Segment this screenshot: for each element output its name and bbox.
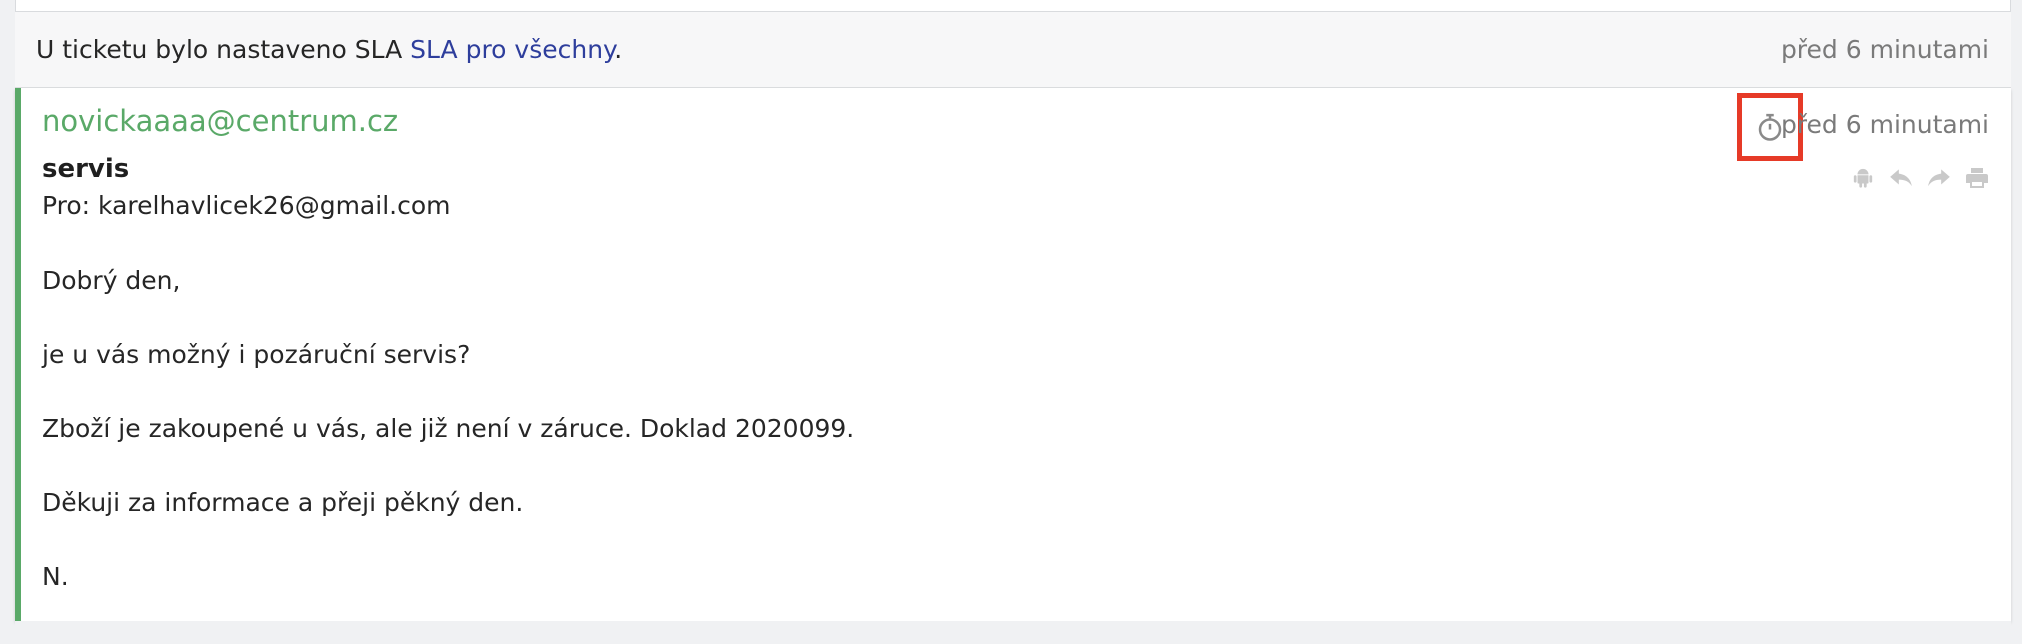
page-background [15,621,2011,644]
message-paragraph: Děkuji za informace a přeji pěkný den. [42,488,524,517]
message-actions [1849,162,1991,194]
print-icon[interactable] [1963,164,1991,192]
sla-event-time: před 6 minutami [1780,35,1989,64]
message-paragraph: N. [42,562,69,591]
sla-event-text: U ticketu bylo nastaveno SLA SLA pro vše… [36,35,622,64]
message-paragraph: Zboží je zakoupené u vás, ale již není v… [42,414,855,443]
sla-link[interactable]: SLA pro všechny [410,35,614,64]
previous-item-edge [15,0,2011,12]
message-recipient: Pro: karelhavlicek26@gmail.com [42,191,451,220]
message-paragraph: Dobrý den, [42,266,181,295]
sla-event-prefix: U ticketu bylo nastaveno SLA [36,35,411,64]
android-icon[interactable] [1849,164,1877,192]
reply-icon[interactable] [1887,164,1915,192]
message-sender[interactable]: novickaaaa@centrum.cz [42,104,398,138]
sla-event-suffix: . [614,35,623,64]
forward-icon[interactable] [1925,164,1953,192]
message-card: novickaaaa@centrum.cz před 6 minutami se… [15,88,2011,621]
message-subject: servis [42,154,130,184]
sla-event-row: U ticketu bylo nastaveno SLA SLA pro vše… [15,12,2011,88]
message-paragraph: je u vás možný i pozáruční servis? [42,340,471,369]
message-time: před 6 minutami [1780,110,1989,139]
